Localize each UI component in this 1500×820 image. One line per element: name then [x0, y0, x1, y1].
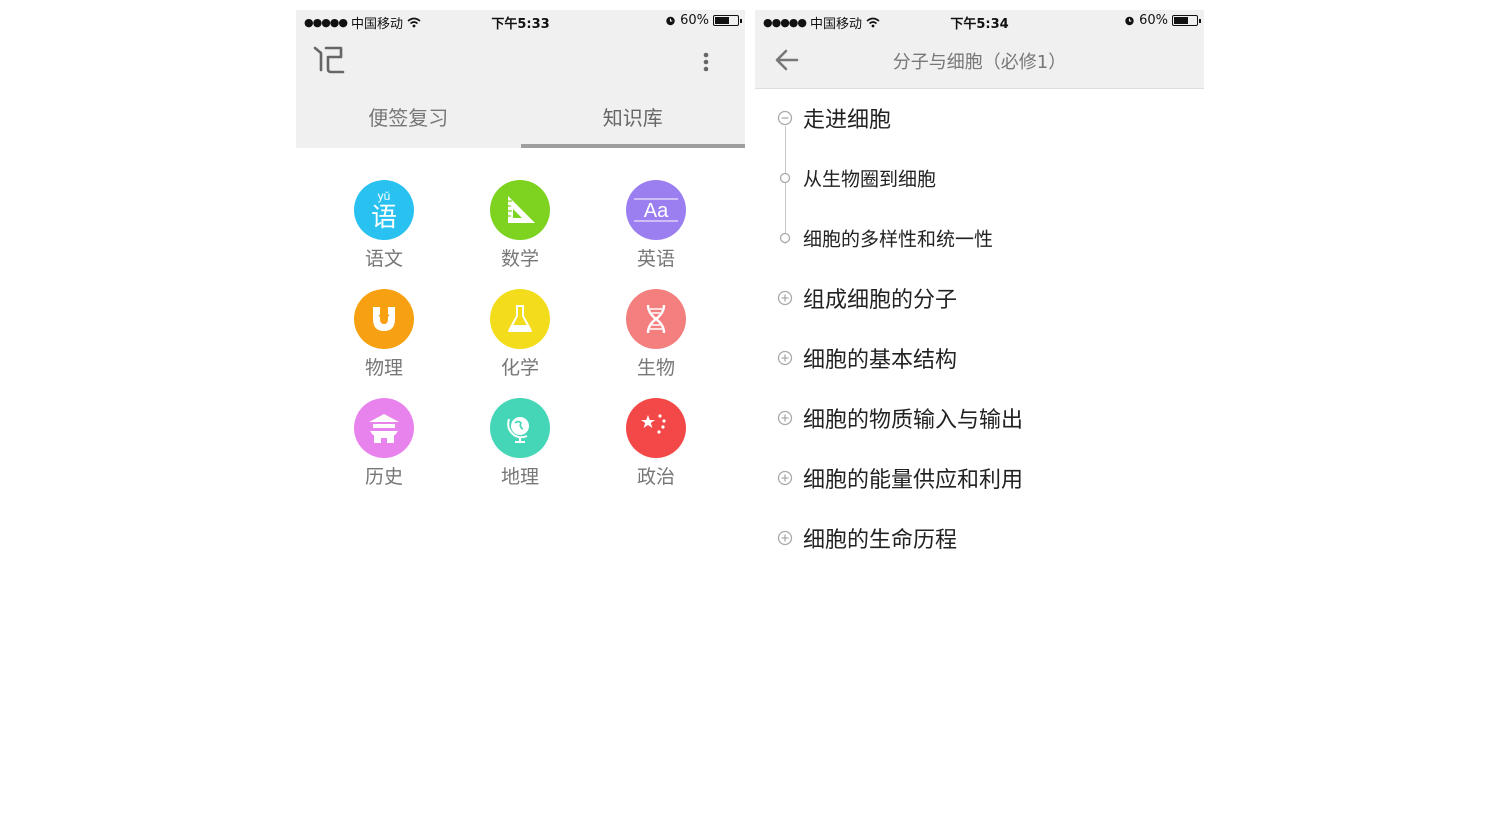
- alarm-icon: [666, 16, 675, 26]
- chapter-title: 细胞的能量供应和利用: [803, 468, 1024, 493]
- chapter-title: 细胞的物质输入与输出: [803, 408, 1024, 433]
- subject-label: 数学: [500, 248, 539, 270]
- chapter-node-expanded[interactable]: 走进细胞: [755, 88, 1204, 148]
- chapter-node[interactable]: 细胞的物质输入与输出: [755, 388, 1204, 448]
- subject-label: 英语: [636, 248, 675, 270]
- expand-plus-icon[interactable]: [777, 530, 793, 546]
- subject-history[interactable]: 历史: [316, 398, 452, 489]
- page-title: 分子与细胞（必修1）: [892, 52, 1067, 73]
- more-menu-icon[interactable]: [703, 52, 709, 72]
- magnet-icon: [354, 289, 414, 349]
- leaf-dot-icon: [779, 172, 791, 184]
- section-node[interactable]: 细胞的多样性和统一性: [755, 208, 1204, 268]
- battery-percent: 60%: [680, 13, 709, 28]
- chapter-title: 细胞的基本结构: [803, 348, 958, 373]
- subject-math[interactable]: 数学: [452, 180, 588, 271]
- chapter-title: 走进细胞: [803, 108, 892, 133]
- battery-icon: [713, 15, 742, 26]
- section-node[interactable]: 从生物圈到细胞: [755, 148, 1204, 208]
- battery-percent: 60%: [1139, 13, 1168, 28]
- app-bar: 便签复习 知识库: [296, 32, 745, 148]
- expand-plus-icon[interactable]: [777, 350, 793, 366]
- expand-plus-icon[interactable]: [777, 470, 793, 486]
- subject-physics[interactable]: 物理: [316, 289, 452, 380]
- globe-icon: [490, 398, 550, 458]
- chinese-icon: yǔ 语: [354, 180, 414, 240]
- expand-plus-icon[interactable]: [777, 410, 793, 426]
- chapter-node[interactable]: 细胞的生命历程: [755, 508, 1204, 568]
- chapter-node[interactable]: 细胞的基本结构: [755, 328, 1204, 388]
- subject-label: 历史: [364, 466, 403, 488]
- battery-icon: [1172, 15, 1201, 26]
- section-title: 细胞的多样性和统一性: [803, 228, 994, 251]
- subject-label: 地理: [500, 466, 539, 488]
- aa-icon: Aa: [626, 180, 686, 240]
- ruler-triangle-icon: [490, 180, 550, 240]
- subject-label: 语文: [364, 248, 403, 270]
- nav-bar: 分子与细胞（必修1）: [755, 32, 1204, 89]
- tab-knowledge-base[interactable]: 知识库: [520, 92, 746, 148]
- app-logo-icon: [313, 46, 345, 74]
- subject-chinese[interactable]: yǔ 语 语文: [316, 180, 452, 271]
- chapter-node[interactable]: 细胞的能量供应和利用: [755, 448, 1204, 508]
- subject-grid: yǔ 语 语文 数学 Aa 英语 物理 化学 生物 历史 地理 政治: [316, 180, 725, 489]
- subject-chemistry[interactable]: 化学: [452, 289, 588, 380]
- section-title: 从生物圈到细胞: [803, 168, 937, 191]
- subject-label: 政治: [636, 466, 675, 488]
- tab-sticky-review[interactable]: 便签复习: [296, 92, 521, 148]
- subject-label: 化学: [500, 357, 539, 379]
- tab-bar: 便签复习 知识库: [296, 92, 745, 148]
- subject-biology[interactable]: 生物: [588, 289, 724, 380]
- subject-politics[interactable]: 政治: [588, 398, 724, 489]
- knowledge-base-screen: ●●●●● 中国移动 下午5:33 60% 便签复习 知识库 yǔ 语 语文 数…: [296, 10, 745, 570]
- subject-geography[interactable]: 地理: [452, 398, 588, 489]
- chapter-title: 组成细胞的分子: [803, 288, 958, 313]
- svg-text:语: 语: [371, 203, 397, 233]
- subject-label: 生物: [636, 357, 675, 379]
- chapter-node[interactable]: 组成细胞的分子: [755, 268, 1204, 328]
- leaf-dot-icon: [779, 232, 791, 244]
- subject-english[interactable]: Aa 英语: [588, 180, 724, 271]
- collapse-minus-icon[interactable]: [777, 110, 793, 126]
- flask-icon: [490, 289, 550, 349]
- svg-text:yǔ: yǔ: [378, 189, 391, 203]
- svg-text:Aa: Aa: [644, 200, 669, 222]
- status-bar: ●●●●● 中国移动 下午5:34 60%: [755, 10, 1204, 32]
- flag-stars-icon: [626, 398, 686, 458]
- chapter-title: 细胞的生命历程: [803, 528, 958, 553]
- status-bar: ●●●●● 中国移动 下午5:33 60%: [296, 10, 745, 32]
- subject-label: 物理: [364, 357, 403, 379]
- expand-plus-icon[interactable]: [777, 290, 793, 306]
- dna-icon: [626, 289, 686, 349]
- chapter-tree-screen: ●●●●● 中国移动 下午5:34 60% 分子与细胞（必修1） 走进细胞 从生…: [755, 10, 1204, 570]
- alarm-icon: [1125, 16, 1134, 26]
- temple-icon: [354, 398, 414, 458]
